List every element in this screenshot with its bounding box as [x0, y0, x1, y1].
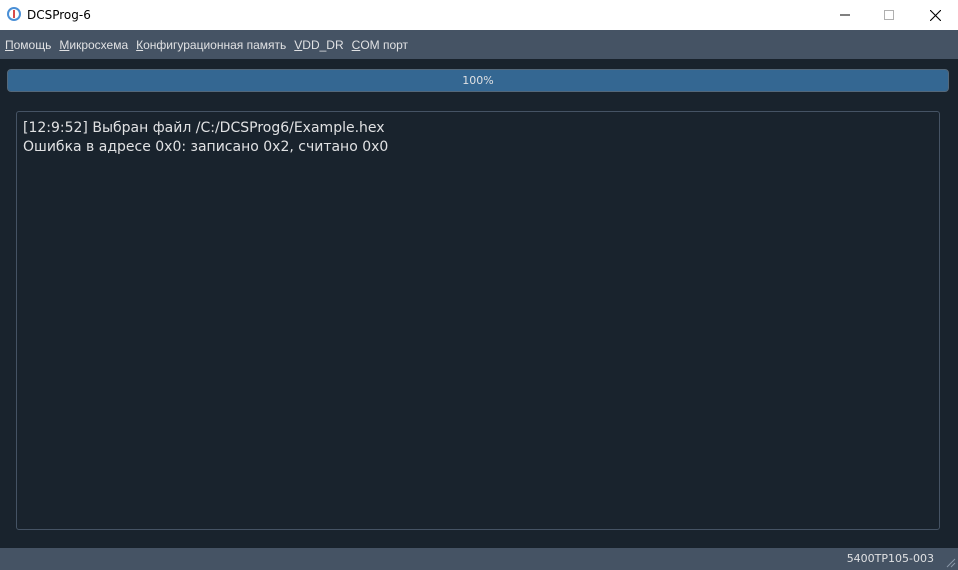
log-output[interactable]: [12:9:52] Выбран файл /C:/DCSProg6/Examp…	[16, 111, 940, 530]
status-device-label: 5400TP105-003	[846, 552, 934, 565]
menu-chip-accel: М	[59, 37, 70, 52]
menu-vdd-dr[interactable]: VDD_DR	[294, 37, 343, 53]
close-button[interactable]	[912, 0, 958, 30]
menu-config-memory-label: онфигурационная память	[143, 37, 287, 52]
maximize-button[interactable]	[866, 0, 912, 30]
menu-chip-label: икросхема	[69, 37, 129, 52]
menu-bar: Помощь Микросхема Конфигурационная памят…	[0, 30, 958, 59]
menu-chip[interactable]: Микросхема	[59, 37, 128, 53]
log-line: Ошибка в адресе 0x0: записано 0x2, счита…	[23, 139, 389, 155]
log-line: [12:9:52] Выбран файл /C:/DCSProg6/Examp…	[23, 120, 385, 136]
menu-help-accel: П	[5, 37, 14, 52]
menu-help-label: омощь	[13, 37, 52, 52]
size-grip-icon[interactable]	[944, 556, 956, 568]
menu-com-port[interactable]: COM порт	[352, 37, 408, 53]
close-icon	[929, 9, 941, 21]
window-title: DCSProg-6	[27, 8, 91, 22]
maximize-icon	[884, 10, 894, 20]
menu-help[interactable]: Помощь	[5, 37, 51, 53]
status-bar: 5400TP105-003	[0, 548, 958, 570]
menu-vdd-dr-label: DD_DR	[302, 37, 344, 52]
menu-com-port-accel: C	[351, 37, 361, 52]
title-bar: DCSProg-6	[0, 0, 958, 30]
minimize-button[interactable]	[822, 0, 868, 30]
menu-config-memory[interactable]: Конфигурационная память	[136, 37, 286, 53]
progress-bar: 100%	[7, 69, 949, 92]
dcsprog-logo-icon	[7, 7, 21, 21]
progress-label: 100%	[462, 74, 494, 87]
menu-com-port-label: OM порт	[360, 37, 409, 52]
minimize-icon	[840, 14, 850, 16]
